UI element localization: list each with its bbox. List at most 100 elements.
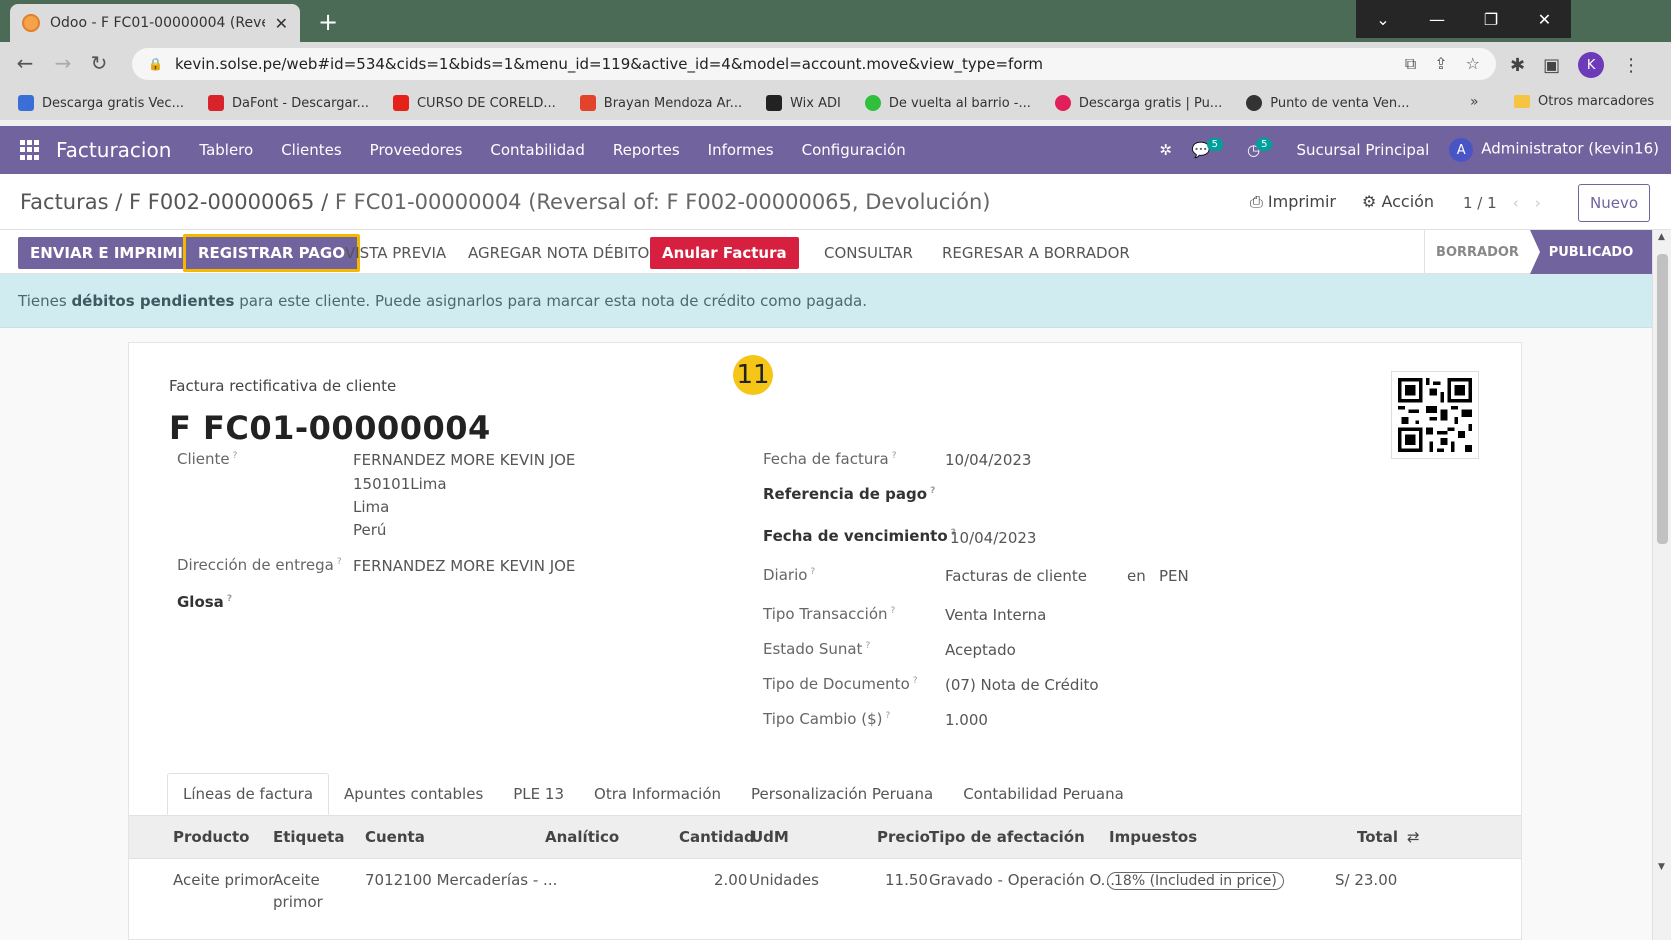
tab-search-icon[interactable]: ⌄ <box>1356 0 1410 38</box>
table-row[interactable]: Aceite primor Aceite primor 7012100 Merc… <box>129 859 1521 919</box>
line-udm[interactable]: Unidades <box>749 869 819 891</box>
cancel-invoice-button[interactable]: Anular Factura <box>650 237 799 269</box>
scrollbar-thumb[interactable] <box>1657 254 1668 544</box>
bookmark-item[interactable]: Punto de venta Ven... <box>1246 95 1410 111</box>
currency-field[interactable]: PEN <box>1159 567 1189 585</box>
tab-personalizacion-peruana[interactable]: Personalización Peruana <box>736 773 948 815</box>
app-name[interactable]: Facturacion <box>56 138 171 162</box>
new-tab-button[interactable]: + <box>318 8 338 36</box>
fecha-factura-field[interactable]: 10/04/2023 <box>945 451 1031 469</box>
help-icon[interactable]: ? <box>913 676 918 686</box>
help-icon[interactable]: ? <box>810 567 815 577</box>
column-cuenta[interactable]: Cuenta <box>365 828 425 846</box>
bookmark-star-icon[interactable]: ☆ <box>1466 54 1480 74</box>
user-menu[interactable]: A Administrator (kevin16) <box>1449 138 1659 162</box>
minimize-button[interactable]: — <box>1410 0 1464 38</box>
back-icon[interactable]: ← <box>12 51 38 75</box>
scroll-up-icon[interactable]: ▲ <box>1658 232 1665 242</box>
estado-sunat-field[interactable]: Aceptado <box>945 641 1016 659</box>
side-panel-icon[interactable]: ▣ <box>1543 55 1560 76</box>
outstanding-debits-link[interactable]: débitos pendientes <box>71 292 234 310</box>
tax-tag[interactable]: 18% (Included in price) <box>1107 872 1284 890</box>
pager-next-icon[interactable]: › <box>1535 194 1541 212</box>
preview-button[interactable]: VISTA PREVIA <box>333 237 458 269</box>
menu-proveedores[interactable]: Proveedores <box>356 141 477 159</box>
tipo-documento-field[interactable]: (07) Nota de Crédito <box>945 676 1099 694</box>
help-icon[interactable]: ? <box>892 451 897 461</box>
help-icon[interactable]: ? <box>886 711 891 721</box>
diario-field[interactable]: Facturas de cliente <box>945 567 1087 585</box>
close-window-button[interactable]: ✕ <box>1518 0 1571 38</box>
print-menu[interactable]: ⎙ Imprimir <box>1250 192 1336 212</box>
profile-avatar[interactable]: K <box>1578 52 1605 78</box>
translate-icon[interactable]: ⧉ <box>1405 54 1416 74</box>
column-etiqueta[interactable]: Etiqueta <box>273 828 344 846</box>
help-icon[interactable]: ? <box>337 557 342 567</box>
bookmark-item[interactable]: CURSO DE CORELD... <box>392 95 556 111</box>
send-print-button[interactable]: ENVIAR E IMPRIMIR <box>18 237 207 269</box>
fecha-vencimiento-field[interactable]: 10/04/2023 <box>950 529 1036 547</box>
messages-button[interactable]: 💬5 <box>1192 138 1227 159</box>
menu-tablero[interactable]: Tablero <box>185 141 267 159</box>
tab-lineas-factura[interactable]: Líneas de factura <box>167 773 330 815</box>
menu-clientes[interactable]: Clientes <box>267 141 355 159</box>
column-udm[interactable]: UdM <box>751 828 789 846</box>
column-producto[interactable]: Producto <box>173 828 249 846</box>
share-icon[interactable]: ⇪ <box>1434 54 1447 74</box>
forward-icon[interactable]: → <box>50 51 76 75</box>
column-cantidad[interactable]: Cantidad <box>679 828 755 846</box>
line-precio[interactable]: 11.50 <box>885 869 928 891</box>
more-bookmarks-button[interactable]: » <box>1470 94 1479 110</box>
menu-configuracion[interactable]: Configuración <box>788 141 920 159</box>
other-bookmarks[interactable]: Otros marcadores <box>1514 94 1654 109</box>
tipo-cambio-field[interactable]: 1.000 <box>945 711 988 729</box>
browser-menu-icon[interactable]: ⋮ <box>1622 55 1640 76</box>
reset-to-draft-button[interactable]: REGRESAR A BORRADOR <box>930 237 1142 269</box>
new-button[interactable]: Nuevo <box>1578 184 1650 222</box>
activities-button[interactable]: ◷5 <box>1247 138 1276 159</box>
bookmark-item[interactable]: DaFont - Descargar... <box>207 95 369 111</box>
direccion-entrega-field[interactable]: FERNANDEZ MORE KEVIN JOE <box>353 557 575 575</box>
action-menu[interactable]: ⚙ Acción <box>1362 192 1434 212</box>
tipo-transaccion-field[interactable]: Venta Interna <box>945 606 1046 624</box>
bookmark-item[interactable]: Brayan Mendoza Ar... <box>579 95 742 111</box>
bookmark-item[interactable]: Wix ADI <box>766 95 841 111</box>
url-field[interactable]: 🔒 kevin.solse.pe/web#id=534&cids=1&bids=… <box>132 48 1496 80</box>
bookmark-item[interactable]: Descarga gratis Vec... <box>18 95 184 111</box>
line-etiqueta-2[interactable]: primor <box>273 891 323 913</box>
extensions-icon[interactable]: ✱ <box>1510 55 1525 76</box>
add-debit-note-button[interactable]: AGREGAR NOTA DÉBITO <box>456 237 661 269</box>
line-etiqueta-1[interactable]: Aceite <box>273 869 320 891</box>
restore-button[interactable]: ❐ <box>1464 0 1518 38</box>
column-tipo-afectacion[interactable]: Tipo de afectación <box>929 828 1085 846</box>
company-switcher[interactable]: Sucursal Principal <box>1296 141 1429 159</box>
breadcrumb-facturas[interactable]: Facturas <box>20 190 109 214</box>
tab-contabilidad-peruana[interactable]: Contabilidad Peruana <box>948 773 1139 815</box>
tab-apuntes-contables[interactable]: Apuntes contables <box>329 773 498 815</box>
vertical-scrollbar[interactable]: ▲ ▼ <box>1652 230 1671 940</box>
column-impuestos[interactable]: Impuestos <box>1109 828 1197 846</box>
help-icon[interactable]: ? <box>930 486 935 496</box>
breadcrumb-original-invoice[interactable]: F F002-00000065 <box>129 190 314 214</box>
bookmark-item[interactable]: De vuelta al barrio -... <box>864 95 1031 111</box>
help-icon[interactable]: ? <box>891 606 896 616</box>
column-total[interactable]: Total <box>1357 828 1398 846</box>
apps-menu-icon[interactable] <box>20 140 40 160</box>
column-analitico[interactable]: Analítico <box>545 828 619 846</box>
debug-bug-icon[interactable]: ✲ <box>1159 141 1172 159</box>
menu-reportes[interactable]: Reportes <box>599 141 694 159</box>
stage-draft[interactable]: BORRADOR <box>1424 230 1530 274</box>
optional-columns-icon[interactable]: ⇄ <box>1407 828 1420 846</box>
tab-ple-13[interactable]: PLE 13 <box>498 773 579 815</box>
line-cantidad[interactable]: 2.00 <box>714 869 747 891</box>
cliente-field[interactable]: FERNANDEZ MORE KEVIN JOE <box>353 451 575 469</box>
bookmark-item[interactable]: Descarga gratis | Pu... <box>1054 95 1222 111</box>
browser-tab[interactable]: Odoo - F FC01-00000004 (Rever ✕ <box>10 4 300 42</box>
tab-otra-informacion[interactable]: Otra Información <box>579 773 736 815</box>
help-icon[interactable]: ? <box>233 451 238 461</box>
menu-contabilidad[interactable]: Contabilidad <box>476 141 599 159</box>
pager-previous-icon[interactable]: ‹ <box>1513 194 1519 212</box>
reload-icon[interactable]: ↻ <box>86 51 112 75</box>
close-tab-icon[interactable]: ✕ <box>275 14 288 33</box>
pager-value[interactable]: 1 / 1 <box>1463 194 1497 212</box>
